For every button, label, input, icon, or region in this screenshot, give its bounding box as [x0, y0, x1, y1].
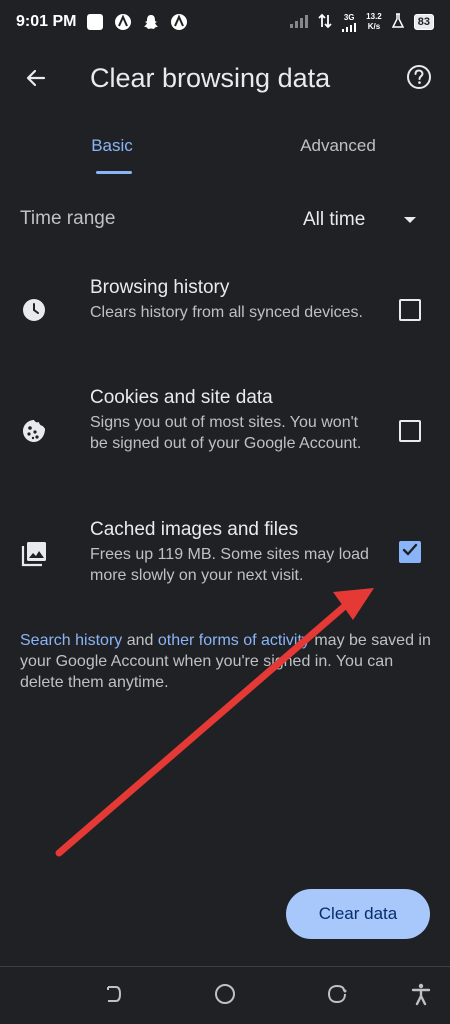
nav-back-button[interactable]	[99, 983, 125, 1009]
screen: 9:01 PM 3G 13.2 K/s 83 Clear browsing da…	[0, 0, 450, 1024]
status-time: 9:01 PM	[16, 13, 77, 30]
option-title: Cookies and site data	[90, 387, 273, 408]
option-browsing-history[interactable]: Browsing history Clears history from all…	[0, 276, 450, 356]
option-cached-images[interactable]: Cached images and files Frees up 119 MB.…	[0, 518, 450, 598]
checkbox-cached-images[interactable]	[399, 541, 421, 563]
notification-square-icon	[86, 13, 104, 31]
clear-data-button[interactable]: Clear data	[286, 889, 430, 939]
time-range-label: Time range	[20, 208, 116, 229]
flask-icon	[391, 12, 405, 32]
snapchat-icon	[142, 13, 160, 31]
cookie-icon	[20, 417, 48, 445]
battery-indicator: 83	[413, 14, 434, 30]
network-type: 3G	[341, 13, 357, 32]
option-description: Clears history from all synced devices.	[90, 304, 363, 321]
net-speed-value: 13.2	[366, 12, 382, 21]
option-text: Cookies and site data Signs you out of m…	[90, 386, 375, 454]
tab-advanced[interactable]: Advanced	[284, 124, 392, 176]
status-right: 3G 13.2 K/s 83	[289, 12, 434, 32]
image-stack-icon	[20, 540, 48, 568]
notification-app-icon-2	[170, 13, 188, 31]
accessibility-icon	[409, 982, 433, 1011]
tab-basic[interactable]: Basic	[60, 124, 164, 176]
notification-app-icon	[114, 13, 132, 31]
tab-bar: Basic Advanced	[0, 124, 450, 176]
net-speed: 13.2 K/s	[366, 12, 382, 32]
system-nav-bar	[0, 966, 450, 1024]
option-description: Signs you out of most sites. You won't b…	[90, 414, 362, 452]
back-button[interactable]	[18, 62, 54, 98]
status-left: 9:01 PM	[16, 13, 188, 31]
nav-home-button[interactable]	[212, 983, 238, 1009]
nav-recents-icon	[326, 983, 348, 1010]
search-history-link[interactable]: Search history	[20, 632, 122, 649]
data-arrows-icon	[318, 13, 332, 32]
checkbox-cookies[interactable]	[399, 420, 421, 442]
nav-accessibility-button[interactable]	[408, 983, 434, 1009]
arrow-back-icon	[24, 66, 48, 95]
account-note: Search history and other forms of activi…	[20, 630, 432, 693]
network-label: 3G	[343, 12, 355, 22]
option-text: Browsing history Clears history from all…	[90, 276, 375, 323]
option-description: Frees up 119 MB. Some sites may load mor…	[90, 546, 369, 584]
net-speed-unit: K/s	[367, 22, 381, 31]
dropdown-arrow-icon	[404, 217, 416, 223]
app-bar: Clear browsing data	[0, 44, 450, 116]
help-circle-icon	[406, 64, 432, 95]
note-text-1: and	[122, 632, 158, 649]
checkbox-browsing-history[interactable]	[399, 299, 421, 321]
check-icon	[402, 542, 418, 563]
option-title: Browsing history	[90, 277, 230, 298]
help-button[interactable]	[404, 64, 434, 94]
other-activity-link[interactable]: other forms of activity	[158, 632, 310, 649]
option-text: Cached images and files Frees up 119 MB.…	[90, 518, 375, 586]
signal-icon	[289, 13, 309, 32]
clock-icon	[20, 296, 48, 324]
nav-recents-button[interactable]	[324, 983, 350, 1009]
status-bar: 9:01 PM 3G 13.2 K/s 83	[0, 0, 450, 44]
option-cookies[interactable]: Cookies and site data Signs you out of m…	[0, 386, 450, 486]
nav-back-icon	[101, 983, 123, 1010]
page-title: Clear browsing data	[90, 63, 331, 93]
option-title: Cached images and files	[90, 519, 299, 540]
time-range-value: All time	[303, 209, 366, 230]
time-range-dropdown[interactable]: All time	[300, 202, 430, 238]
time-range-row: Time range All time	[0, 196, 450, 244]
tab-indicator	[96, 171, 132, 174]
nav-home-icon	[213, 982, 237, 1011]
